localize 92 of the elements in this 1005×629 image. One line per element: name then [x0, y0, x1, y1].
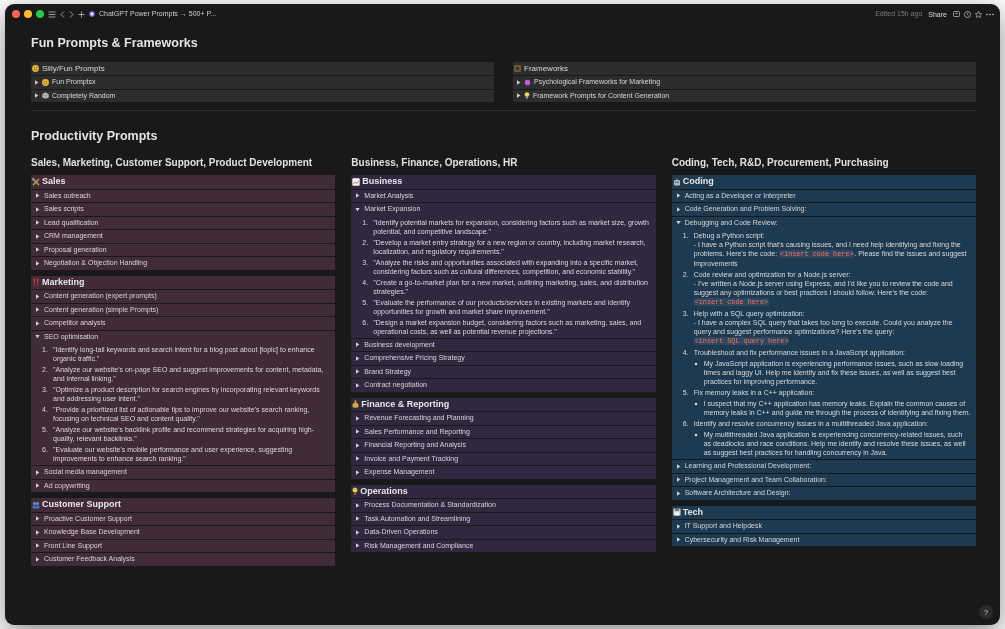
section-heading: Fun Prompts & Frameworks [31, 35, 199, 51]
toggle-heading[interactable]: Frameworks [513, 62, 976, 75]
expand-toggle-icon[interactable] [355, 529, 361, 535]
expand-toggle-icon[interactable] [675, 490, 681, 496]
toggle-heading[interactable]: Coding [671, 175, 976, 189]
heading-text: Finance & Reporting [361, 397, 450, 411]
expand-toggle-icon[interactable] [35, 220, 40, 226]
expand-toggle-icon[interactable] [355, 369, 361, 375]
forward-icon[interactable] [69, 10, 74, 18]
expand-toggle-icon[interactable] [675, 537, 681, 543]
heading-text: Sales [42, 175, 66, 188]
help-button[interactable]: ? [979, 605, 993, 619]
lightbulb-icon [352, 487, 359, 496]
expand-toggle-icon[interactable] [355, 193, 361, 199]
heading-text: Marketing [42, 275, 85, 289]
clock-icon[interactable] [964, 10, 971, 18]
toggle-heading[interactable]: Silly/Fun Prompts [31, 62, 494, 75]
expand-toggle-icon[interactable] [35, 469, 40, 475]
expand-toggle-icon[interactable] [35, 293, 40, 299]
star-icon[interactable] [975, 10, 982, 18]
picture-frame-icon [514, 65, 521, 72]
expand-toggle-icon[interactable] [675, 477, 681, 483]
expand-toggle-icon[interactable] [34, 79, 39, 85]
heading-text: Silly/Fun Prompts [42, 62, 105, 75]
expand-toggle-icon[interactable] [355, 502, 361, 508]
toggle-heading[interactable]: Marketing [31, 275, 336, 289]
minimize-window-button[interactable] [24, 10, 32, 18]
expand-toggle-icon[interactable] [35, 483, 40, 489]
expand-toggle-icon[interactable] [35, 556, 40, 562]
collapse-toggle-icon[interactable] [675, 220, 681, 226]
expand-toggle-icon[interactable] [355, 469, 361, 475]
plus-icon[interactable] [78, 10, 85, 18]
column-heading: Business, Finance, Operations, HR [351, 157, 519, 169]
expand-toggle-icon[interactable] [35, 320, 40, 326]
expand-toggle-icon[interactable] [35, 307, 40, 313]
smiley-icon [32, 65, 39, 72]
heading-text: Frameworks [524, 62, 568, 75]
expand-toggle-icon[interactable] [355, 543, 361, 549]
expand-toggle-icon[interactable] [34, 93, 39, 99]
expand-toggle-icon[interactable] [355, 516, 361, 522]
expand-toggle-icon[interactable] [35, 260, 40, 266]
heading-text: Customer Support [42, 498, 121, 511]
chart-icon [352, 177, 361, 186]
section-heading: Productivity Prompts [31, 128, 159, 144]
expand-toggle-icon[interactable] [35, 206, 40, 212]
expand-toggle-icon[interactable] [675, 463, 681, 469]
expand-toggle-icon[interactable] [675, 193, 681, 199]
heading-text: Operations [360, 484, 408, 498]
expand-toggle-icon[interactable] [355, 342, 361, 348]
expand-toggle-icon[interactable] [355, 442, 361, 448]
expand-toggle-icon[interactable] [675, 523, 681, 529]
collapse-toggle-icon[interactable] [355, 206, 361, 212]
sidebar-icon[interactable] [48, 10, 56, 18]
column-heading: Sales, Marketing, Customer Support, Product Development [31, 157, 314, 169]
toggle-heading[interactable]: Sales [31, 175, 336, 189]
expand-toggle-icon[interactable] [35, 233, 40, 239]
collapse-toggle-icon[interactable] [35, 334, 40, 340]
close-window-button[interactable] [12, 10, 20, 18]
expand-toggle-icon[interactable] [355, 382, 361, 388]
toggle-heading[interactable]: Operations [351, 484, 656, 498]
smiley-icon [42, 78, 49, 86]
comment-icon[interactable] [953, 10, 960, 18]
expand-toggle-icon[interactable] [35, 193, 40, 199]
page-icon [89, 11, 95, 17]
toggle-heading[interactable]: Tech [671, 505, 976, 519]
column-heading: Coding, Tech, R&D, Procurement, Purchasing [671, 157, 890, 169]
back-icon[interactable] [60, 10, 65, 18]
lightbulb-icon [524, 92, 530, 100]
expand-toggle-icon[interactable] [35, 529, 40, 535]
expand-toggle-icon[interactable] [516, 93, 521, 99]
toggle-heading[interactable]: Finance & Reporting [351, 397, 656, 411]
expand-toggle-icon[interactable] [35, 516, 40, 522]
tools-icon [32, 177, 40, 186]
expand-toggle-icon[interactable] [35, 247, 40, 253]
expand-toggle-icon[interactable] [355, 355, 361, 361]
expand-toggle-icon[interactable] [516, 79, 521, 85]
more-icon[interactable] [986, 12, 994, 16]
expand-toggle-icon[interactable] [355, 456, 361, 462]
expand-toggle-icon[interactable] [355, 415, 361, 421]
expand-toggle-icon[interactable] [355, 429, 361, 435]
expand-toggle-icon[interactable] [35, 543, 40, 549]
expand-toggle-icon[interactable] [675, 206, 681, 212]
robot-icon [672, 177, 681, 186]
money-bag-icon [352, 400, 360, 409]
exclamation-icon [32, 278, 40, 287]
maximize-window-button[interactable] [36, 10, 44, 18]
heading-text: Tech [682, 505, 703, 519]
cube-icon [42, 92, 49, 100]
toggle-heading[interactable]: Business [351, 175, 656, 189]
toggle-heading[interactable]: Customer Support [31, 498, 336, 512]
heading-text: Coding [682, 175, 714, 188]
heading-text: Business [362, 175, 403, 188]
